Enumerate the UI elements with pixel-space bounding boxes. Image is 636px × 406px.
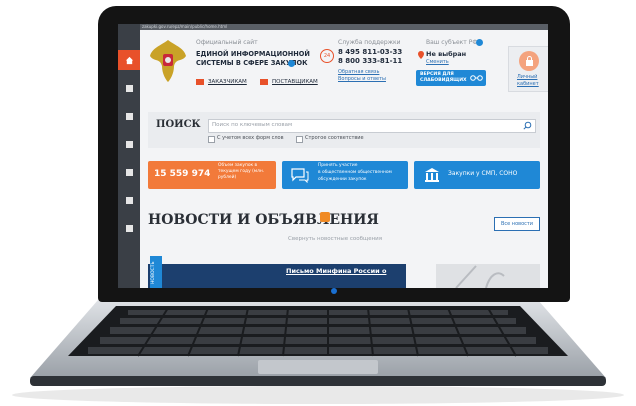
- news-card-1[interactable]: Письмо Минфина России о: [148, 264, 406, 288]
- checkbox-all-forms[interactable]: [208, 136, 215, 143]
- cabinet-label-1: Личный: [517, 74, 538, 80]
- paperclips-image: [455, 265, 505, 288]
- location-pin-icon: [418, 51, 424, 59]
- shield-icon: [125, 140, 133, 148]
- support-phone-2: 8 800 333-81-11: [338, 57, 403, 65]
- public-discussion-line-2: в общественном общественном: [318, 170, 392, 175]
- visually-impaired-label-1: ВЕРСИЯ ДЛЯ: [420, 72, 454, 77]
- news-tag-label: НОВОСТЬ: [151, 261, 156, 284]
- search-input[interactable]: Поиск по ключевым словам: [208, 119, 536, 133]
- sidebar-item-purchases[interactable]: [118, 106, 140, 126]
- sidebar-item-contracts[interactable]: [118, 134, 140, 154]
- suppliers-icon: [260, 79, 268, 85]
- building-icon: [425, 168, 439, 182]
- webcam: [331, 288, 337, 294]
- sidebar-item-business[interactable]: [118, 190, 140, 210]
- support-phone-1: 8 495 811-03-33: [338, 48, 403, 56]
- subject-change-link[interactable]: Сменить: [426, 59, 449, 66]
- laptop-screen: zakupki.gov.ru/epz/main/public/home.html…: [118, 24, 548, 288]
- url-text: zakupki.gov.ru/epz/main/public/home.html: [142, 24, 228, 29]
- suppliers-link[interactable]: ПОСТАВЩИКАМ: [272, 79, 318, 85]
- news-tag: НОВОСТЬ: [150, 256, 162, 288]
- subject-title: Ваш субъект РФ: [426, 39, 478, 46]
- coat-of-arms-icon: [150, 40, 186, 82]
- chat-icon: [291, 168, 309, 183]
- system-name-line1: ЕДИНОЙ ИНФОРМАЦИОННОЙ: [196, 50, 310, 58]
- feedback-link[interactable]: Обратная связь: [338, 69, 379, 76]
- checkbox-exact[interactable]: [296, 136, 303, 143]
- customers-icon: [196, 79, 204, 85]
- info-icon: [476, 39, 483, 46]
- search-placeholder: Поиск по ключевым словам: [212, 122, 293, 128]
- checkbox-all-forms-label: С учетом всех форм слов: [217, 135, 284, 141]
- list-icon: [125, 84, 133, 92]
- purchase-volume-count: 15 559 974: [154, 169, 211, 179]
- official-site-label: Официальный сайт: [196, 39, 258, 46]
- document-icon: [125, 224, 133, 232]
- collapse-news-link[interactable]: Свернуть новостные сообщения: [288, 236, 382, 242]
- sidebar-item-reports[interactable]: [118, 162, 140, 182]
- support-title: Служба поддержки: [338, 39, 401, 46]
- checkbox-exact-label: Строгое соответствие: [305, 135, 364, 141]
- lock-icon: [525, 56, 533, 66]
- briefcase-icon: [125, 196, 133, 204]
- laptop-keyboard-base: [30, 300, 606, 386]
- search-panel: ПОИСК Поиск по ключевым словам С учетом …: [148, 112, 540, 148]
- search-label: ПОИСК: [156, 119, 201, 130]
- qa-link[interactable]: Вопросы и ответы: [338, 76, 386, 83]
- sidebar-item-registry[interactable]: [118, 78, 140, 98]
- public-discussion-line-3: обсуждении закупок: [318, 177, 367, 182]
- public-discussion-card[interactable]: Принять участие в общественном обществен…: [282, 161, 408, 189]
- purchase-volume-card[interactable]: 15 559 974 Объем закупок в текущем году …: [148, 161, 276, 189]
- info-icon: [288, 60, 295, 67]
- lock-icon-badge: [519, 51, 539, 71]
- sidebar-item-documents[interactable]: [118, 218, 140, 238]
- sidebar-home[interactable]: [118, 50, 140, 70]
- news-headline-1: Письмо Минфина России о: [286, 267, 387, 275]
- search-icon[interactable]: [523, 121, 532, 130]
- subject-value: Не выбран: [426, 50, 467, 58]
- visually-impaired-label-2: СЛАБОВИДЯЩИХ: [420, 78, 467, 83]
- chart-icon: [125, 168, 133, 176]
- site-header: Официальный сайт ЕДИНОЙ ИНФОРМАЦИОННОЙ С…: [140, 30, 548, 120]
- visually-impaired-button[interactable]: ВЕРСИЯ ДЛЯ СЛАБОВИДЯЩИХ: [416, 70, 486, 86]
- customers-link[interactable]: ЗАКАЗЧИКАМ: [208, 79, 247, 85]
- cabinet-label-2: кабинет: [517, 81, 539, 87]
- public-discussion-line-1: Принять участие: [318, 163, 358, 168]
- all-news-button[interactable]: Все новости: [494, 217, 540, 231]
- rss-icon[interactable]: [320, 212, 330, 222]
- purchase-volume-caption-3: рублей): [218, 175, 237, 180]
- left-sidebar: [118, 24, 140, 288]
- smp-purchases-card[interactable]: Закупки у СМП, СОНО: [414, 161, 540, 189]
- support-24-badge: 24: [320, 49, 334, 63]
- personal-cabinet-button[interactable]: Личный кабинет: [508, 46, 548, 92]
- smp-purchases-label: Закупки у СМП, СОНО: [448, 170, 518, 177]
- home-icon: [125, 56, 133, 64]
- news-card-2[interactable]: [436, 264, 540, 288]
- news-title: НОВОСТИ И ОБЪЯВЛЕНИЯ: [148, 212, 379, 228]
- cart-icon: [125, 112, 133, 120]
- glasses-icon: [470, 75, 483, 81]
